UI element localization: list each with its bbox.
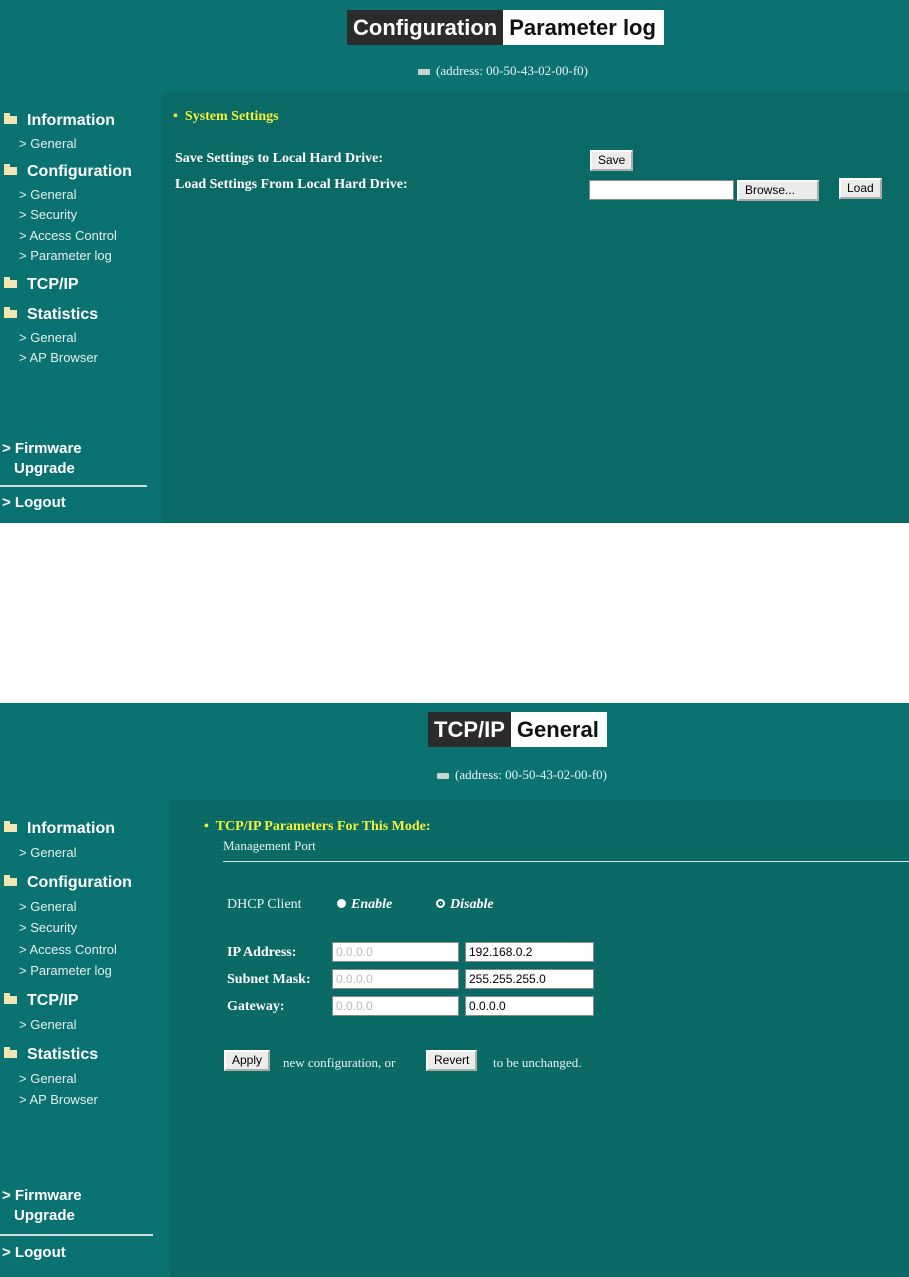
device-address: (address: 00-50-43-02-00-f0)	[418, 63, 588, 79]
computer-icon	[418, 69, 430, 76]
dhcp-enable-radio[interactable]: Enable	[337, 897, 392, 913]
page-title: TCP/IP General	[428, 712, 607, 747]
apply-button[interactable]: Apply	[224, 1050, 271, 1071]
browse-button[interactable]: Browse...	[737, 180, 819, 201]
subnet-mask-label: Subnet Mask:	[227, 972, 311, 987]
save-button[interactable]: Save	[590, 150, 634, 171]
sidebar-item-security[interactable]: > Security	[19, 920, 77, 935]
page-title-section: TCP/IP	[428, 712, 511, 747]
sidebar-item-configuration-general[interactable]: > General	[19, 899, 76, 914]
subnet-mask-current: 0.0.0.0	[332, 969, 459, 989]
folder-icon	[4, 1047, 17, 1058]
sidebar-firmware-upgrade[interactable]: > Firmware Upgrade	[2, 439, 82, 479]
sidebar-item-parameter-log[interactable]: > Parameter log	[19, 963, 112, 978]
sidebar-item-security[interactable]: > Security	[19, 207, 77, 222]
parameter-log-screenshot: Configuration Parameter log (address: 00…	[0, 0, 909, 523]
dhcp-client-label: DHCP Client	[227, 897, 302, 912]
settings-file-input[interactable]	[589, 180, 734, 200]
gateway-label: Gateway:	[227, 999, 285, 1014]
sidebar-item-access-control[interactable]: > Access Control	[19, 942, 117, 957]
sidebar-section-tcpip[interactable]: TCP/IP	[4, 992, 79, 1010]
main-content: • System Settings Save Settings to Local…	[162, 93, 909, 523]
revert-helper-text: to be unchanged.	[493, 1055, 582, 1070]
sidebar-divider	[0, 485, 147, 487]
revert-button[interactable]: Revert	[426, 1050, 478, 1071]
sidebar-firmware-upgrade[interactable]: > Firmware Upgrade	[2, 1186, 82, 1226]
folder-icon	[4, 875, 17, 886]
section-heading: • System Settings	[173, 109, 279, 124]
sidebar-divider	[0, 1234, 153, 1236]
ip-address-current: 0.0.0.0	[332, 942, 459, 962]
radio-icon	[337, 899, 346, 908]
sidebar-item-information-general[interactable]: > General	[19, 136, 76, 151]
sidebar-section-configuration[interactable]: Configuration	[4, 874, 132, 892]
device-address: (address: 00-50-43-02-00-f0)	[437, 767, 607, 783]
page-title: Configuration Parameter log	[347, 10, 664, 45]
load-settings-label: Load Settings From Local Hard Drive:	[175, 177, 408, 192]
page-title-page: Parameter log	[503, 10, 664, 45]
sidebar-logout[interactable]: > Logout	[2, 1244, 66, 1261]
subnet-mask-input[interactable]: 255.255.255.0	[465, 969, 594, 989]
computer-icon	[437, 773, 449, 780]
management-port-label: Management Port	[223, 838, 316, 853]
page-title-page: General	[510, 712, 607, 747]
gateway-current: 0.0.0.0	[332, 996, 459, 1016]
sidebar-section-tcpip[interactable]: TCP/IP	[4, 276, 79, 294]
sidebar-section-statistics[interactable]: Statistics	[4, 1046, 98, 1064]
radio-selected-icon	[436, 899, 445, 908]
sidebar-item-access-control[interactable]: > Access Control	[19, 228, 117, 243]
sidebar-item-tcpip-general[interactable]: > General	[19, 1017, 76, 1032]
folder-icon	[4, 164, 17, 175]
folder-icon	[4, 113, 17, 124]
load-button[interactable]: Load	[839, 178, 882, 199]
page-title-section: Configuration	[347, 10, 504, 45]
folder-icon	[4, 277, 17, 288]
folder-icon	[4, 993, 17, 1004]
sidebar-section-configuration[interactable]: Configuration	[4, 163, 132, 181]
sidebar-item-statistics-general[interactable]: > General	[19, 1071, 76, 1086]
save-settings-label: Save Settings to Local Hard Drive:	[175, 151, 384, 166]
ip-address-label: IP Address:	[227, 945, 297, 960]
sidebar-item-ap-browser[interactable]: > AP Browser	[19, 350, 98, 365]
apply-helper-text: new configuration, or	[283, 1055, 396, 1070]
sidebar-section-information[interactable]: Information	[4, 112, 115, 130]
sidebar-logout[interactable]: > Logout	[2, 494, 66, 511]
sidebar-item-parameter-log[interactable]: > Parameter log	[19, 248, 112, 263]
dhcp-disable-radio[interactable]: Disable	[436, 897, 494, 913]
sidebar-item-statistics-general[interactable]: > General	[19, 330, 76, 345]
tcpip-general-screenshot: TCP/IP General (address: 00-50-43-02-00-…	[0, 703, 909, 1277]
folder-icon	[4, 821, 17, 832]
section-divider	[223, 861, 909, 862]
gateway-input[interactable]: 0.0.0.0	[465, 996, 594, 1016]
section-heading: • TCP/IP Parameters For This Mode:	[204, 819, 431, 834]
ip-address-input[interactable]: 192.168.0.2	[465, 942, 594, 962]
sidebar-section-information[interactable]: Information	[4, 820, 115, 838]
sidebar-item-information-general[interactable]: > General	[19, 845, 76, 860]
sidebar-item-configuration-general[interactable]: > General	[19, 187, 76, 202]
sidebar-section-statistics[interactable]: Statistics	[4, 306, 98, 324]
folder-icon	[4, 307, 17, 318]
sidebar-item-ap-browser[interactable]: > AP Browser	[19, 1092, 98, 1107]
main-content: • TCP/IP Parameters For This Mode: Manag…	[170, 799, 909, 1277]
